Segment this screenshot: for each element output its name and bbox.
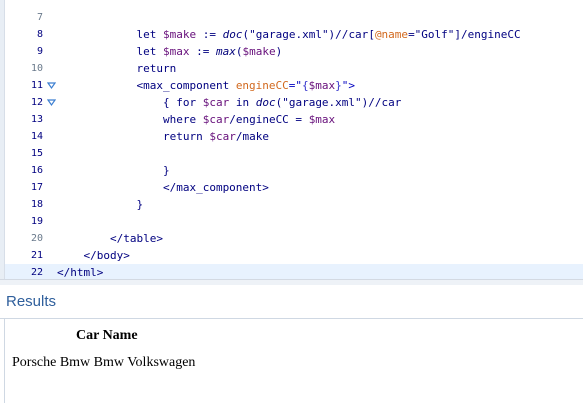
code-token: let xyxy=(57,28,163,41)
code-token: $car xyxy=(202,96,230,109)
code-token: </body> xyxy=(57,249,130,262)
code-token: make xyxy=(242,130,269,143)
line-number: 18 xyxy=(30,199,43,210)
code-token: <max_component xyxy=(57,79,236,92)
line-number: 20 xyxy=(30,233,43,244)
results-title: Results xyxy=(6,293,57,310)
code-token: =" xyxy=(288,79,303,92)
line-number: 8 xyxy=(36,29,43,40)
code-token: let xyxy=(57,45,163,58)
code-token: doc xyxy=(255,96,276,109)
code-token: := xyxy=(196,28,223,41)
line-number: 7 xyxy=(36,12,43,23)
code-token: := xyxy=(189,45,216,58)
line-number: 14 xyxy=(30,131,43,142)
code-token: doc xyxy=(222,28,243,41)
code-token: </table> xyxy=(57,232,163,245)
code-line[interactable]: return xyxy=(57,60,583,77)
code-token: ) xyxy=(275,45,283,58)
code-token: [ xyxy=(368,28,375,41)
code-token: where xyxy=(57,113,203,126)
code-token: car xyxy=(348,28,369,41)
line-number: 12 xyxy=(30,97,43,108)
line-number: 17 xyxy=(30,182,43,193)
code-line[interactable]: </table> xyxy=(57,230,583,247)
code-token: / xyxy=(229,113,236,126)
column-header-car-name: Car Name xyxy=(76,328,138,343)
code-token: engineCC xyxy=(467,28,521,41)
line-number: 16 xyxy=(30,165,43,176)
line-number-gutter: 7 8 9 10 11 12 13 14 15 16 17 18 19 20 21 22 xyxy=(5,0,57,280)
result-row: Porsche Bmw Bmw Volkswagen xyxy=(12,355,196,370)
code-line[interactable]: let $make := doc("garage.xml")//car[@nam… xyxy=(57,26,583,43)
code-editor[interactable]: 7 8 9 10 11 12 13 14 15 16 17 18 19 20 21 22 let $make … xyxy=(0,0,583,280)
results-panel-header: Results xyxy=(0,285,583,319)
code-token: @name xyxy=(374,28,409,41)
code-token: $max xyxy=(308,113,336,126)
code-token: car xyxy=(381,96,402,109)
code-line[interactable] xyxy=(57,213,583,230)
code-area[interactable]: let $make := doc("garage.xml")//car[@nam… xyxy=(57,0,583,280)
code-token: max xyxy=(215,45,236,58)
code-token: $car xyxy=(202,113,230,126)
code-line[interactable]: } xyxy=(57,162,583,179)
code-line[interactable]: let $max := max($make) xyxy=(57,43,583,60)
line-number: 19 xyxy=(30,216,43,227)
code-line[interactable]: <max_component engineCC="{$max}"> xyxy=(57,77,583,94)
results-panel: Car Name Porsche Bmw Bmw Volkswagen xyxy=(4,319,583,403)
line-number: 10 xyxy=(30,63,43,74)
code-line[interactable]: return $car/make xyxy=(57,128,583,145)
code-token: ="Golf"]/ xyxy=(408,28,468,41)
code-token: return xyxy=(57,62,177,75)
line-number: 22 xyxy=(30,267,43,278)
line-number: 9 xyxy=(36,46,43,57)
fold-toggle-icon[interactable] xyxy=(47,98,56,107)
code-line[interactable]: </max_component> xyxy=(57,179,583,196)
code-token: in xyxy=(229,96,256,109)
code-token: $max xyxy=(308,79,336,92)
code-line[interactable]: where $car/engineCC = $max xyxy=(57,111,583,128)
code-token: engineCC xyxy=(235,113,289,126)
code-line[interactable]: </body> xyxy=(57,247,583,264)
line-number: 13 xyxy=(30,114,43,125)
fold-toggle-icon[interactable] xyxy=(47,81,56,90)
code-token: { for xyxy=(57,96,203,109)
code-token: $max xyxy=(162,45,190,58)
line-number: 15 xyxy=(30,148,43,159)
code-token: $car xyxy=(209,130,236,143)
code-token: } xyxy=(57,164,170,177)
code-token: $make xyxy=(242,45,276,58)
code-line[interactable]: } xyxy=(57,196,583,213)
code-token: </html> xyxy=(57,266,104,279)
line-number: 21 xyxy=(30,250,43,261)
line-number: 11 xyxy=(30,80,43,91)
code-token: = xyxy=(288,113,309,126)
code-token: engineCC xyxy=(235,79,289,92)
code-token: ("garage.xml")// xyxy=(242,28,349,41)
code-line[interactable] xyxy=(57,145,583,162)
code-line[interactable]: { for $car in doc("garage.xml")//car xyxy=(57,94,583,111)
code-line[interactable] xyxy=(57,9,583,26)
code-token: } xyxy=(335,79,342,92)
code-token: ("garage.xml")// xyxy=(275,96,382,109)
code-token: "> xyxy=(341,79,356,92)
code-token: $make xyxy=(162,28,197,41)
code-token: </max_component> xyxy=(57,181,269,194)
code-token: return xyxy=(57,130,210,143)
code-token: } xyxy=(57,198,144,211)
code-line[interactable]: </html> xyxy=(57,264,583,280)
code-token: { xyxy=(302,79,309,92)
